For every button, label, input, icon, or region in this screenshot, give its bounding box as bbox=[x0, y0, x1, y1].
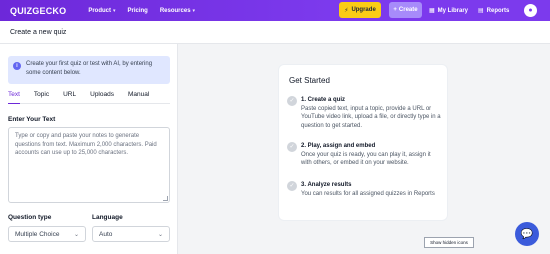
text-label: Enter Your Text bbox=[8, 116, 56, 123]
step-title: 3. Analyze results bbox=[301, 182, 352, 188]
user-icon: ● bbox=[528, 7, 533, 14]
text-placeholder: Type or copy and paste your notes to gen… bbox=[15, 133, 157, 156]
check-circle-icon: ✓ bbox=[287, 142, 297, 152]
nav-resources[interactable]: Resources ▾ bbox=[160, 8, 195, 14]
step-play: ✓ 2. Play, assign and embed Once your qu… bbox=[287, 142, 442, 168]
main-nav: Product ▾ Pricing Resources ▾ bbox=[88, 8, 195, 14]
source-tabs: Text Topic URL Uploads Manual bbox=[8, 91, 170, 104]
create-label: Create bbox=[398, 7, 418, 13]
check-circle-icon: ✓ bbox=[287, 96, 297, 106]
check-circle-icon: ✓ bbox=[287, 181, 297, 191]
get-started-card: Get Started ✓ 1. Create a quiz Paste cop… bbox=[279, 65, 447, 220]
info-icon: i bbox=[13, 62, 21, 70]
card-title: Get Started bbox=[289, 76, 330, 85]
step-body: You can results for all assigned quizzes… bbox=[301, 190, 435, 197]
question-type-label: Question type bbox=[8, 214, 52, 221]
tab-manual[interactable]: Manual bbox=[128, 91, 149, 104]
language-value: Auto bbox=[99, 230, 113, 238]
page-title: Create a new quiz bbox=[10, 29, 67, 36]
nav-resources-label: Resources bbox=[159, 7, 191, 14]
user-avatar[interactable]: ● bbox=[524, 4, 537, 17]
upgrade-label: Upgrade bbox=[351, 7, 376, 13]
chat-button[interactable]: 💬 bbox=[515, 222, 539, 246]
tab-topic[interactable]: Topic bbox=[34, 91, 49, 104]
tab-uploads[interactable]: Uploads bbox=[90, 91, 114, 104]
step-analyze: ✓ 3. Analyze results You can results for… bbox=[287, 181, 442, 198]
bolt-icon: ⚡ bbox=[344, 7, 349, 14]
info-text: Create your first quiz or test with AI, … bbox=[26, 61, 153, 76]
chevron-down-icon: ▾ bbox=[112, 7, 116, 14]
resize-handle[interactable] bbox=[163, 196, 168, 201]
info-banner: i Create your first quiz or test with AI… bbox=[8, 56, 170, 84]
tab-url[interactable]: URL bbox=[63, 91, 76, 104]
language-select[interactable]: Auto ⌄ bbox=[92, 226, 170, 242]
question-type-value: Multiple Choice bbox=[15, 230, 60, 238]
create-button[interactable]: + Create bbox=[389, 2, 422, 18]
chevron-down-icon: ⌄ bbox=[157, 231, 163, 238]
chat-icon: 💬 bbox=[520, 228, 534, 240]
logo[interactable]: QUIZGECKO bbox=[10, 6, 66, 16]
my-library-link[interactable]: ▦ My Library bbox=[429, 0, 468, 21]
text-input[interactable]: Type or copy and paste your notes to gen… bbox=[8, 127, 170, 203]
reports-icon: ▤ bbox=[478, 8, 484, 14]
plus-icon: + bbox=[393, 7, 397, 13]
nav-pricing[interactable]: Pricing bbox=[128, 8, 148, 14]
library-label: My Library bbox=[437, 7, 469, 14]
nav-pricing-label: Pricing bbox=[127, 7, 148, 14]
language-label: Language bbox=[92, 214, 123, 221]
chevron-down-icon: ⌄ bbox=[73, 231, 79, 238]
upgrade-button[interactable]: ⚡ Upgrade bbox=[339, 2, 381, 18]
chevron-down-icon: ▾ bbox=[192, 7, 196, 14]
library-icon: ▦ bbox=[429, 8, 435, 14]
step-body: Paste copied text, input a topic, provid… bbox=[301, 105, 441, 129]
reports-link[interactable]: ▤ Reports bbox=[478, 0, 509, 21]
reports-label: Reports bbox=[486, 7, 510, 14]
tab-text[interactable]: Text bbox=[8, 91, 20, 104]
step-create: ✓ 1. Create a quiz Paste copied text, in… bbox=[287, 96, 442, 130]
nav-product[interactable]: Product ▾ bbox=[88, 8, 115, 14]
tooltip: Show hidden icons bbox=[424, 237, 474, 248]
step-title: 2. Play, assign and embed bbox=[301, 143, 376, 149]
page-header: Create a new quiz bbox=[0, 21, 550, 44]
question-type-select[interactable]: Multiple Choice ⌄ bbox=[8, 226, 86, 242]
step-title: 1. Create a quiz bbox=[301, 97, 346, 103]
input-panel: i Create your first quiz or test with AI… bbox=[0, 44, 178, 254]
step-body: Once your quiz is ready, you can play it… bbox=[301, 151, 431, 167]
nav-product-label: Product bbox=[88, 7, 111, 14]
